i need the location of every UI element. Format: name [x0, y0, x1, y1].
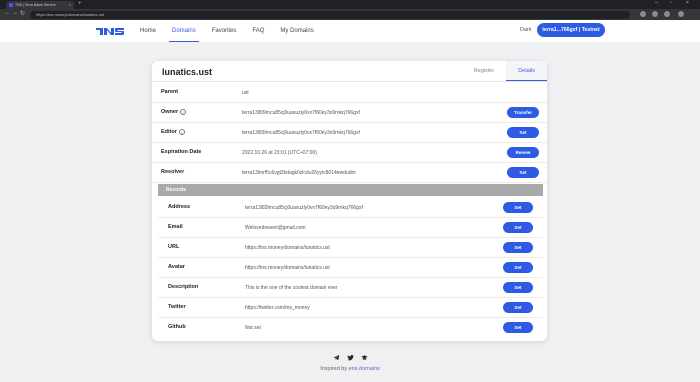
browser-tab[interactable]: TNS | Terra Name Service × [6, 1, 74, 9]
extension-icon[interactable] [652, 11, 658, 17]
record-row-description: Description This is the one of the coole… [158, 278, 543, 298]
record-value: https://tns.money/domains/lunatics.ust [245, 264, 330, 271]
record-value: This is the one of the coolest domain ev… [245, 284, 338, 291]
record-label: Description [168, 284, 199, 290]
set-email-button[interactable]: Set [503, 222, 533, 233]
theme-toggle[interactable]: Dark [520, 27, 532, 33]
close-window-icon[interactable]: × [686, 0, 689, 6]
parent-row: Parent ust [152, 83, 547, 103]
graduation-cap-icon[interactable] [361, 354, 368, 363]
reload-icon[interactable]: ↻ [20, 10, 25, 17]
extension-icon[interactable] [640, 11, 646, 17]
close-icon[interactable]: × [69, 2, 71, 7]
tns-logo[interactable] [95, 25, 125, 37]
extension-icon[interactable] [664, 11, 670, 17]
card-tabs: Register Details [462, 61, 547, 81]
record-row-url: URL https://tns.money/domains/lunatics.u… [158, 238, 543, 258]
record-label: Avatar [168, 264, 185, 270]
minimize-icon[interactable]: – [655, 0, 658, 6]
set-twitter-button[interactable]: Set [503, 302, 533, 313]
editor-row: Editor i terra13l83lrncu85cj0uaxuzly0vx7f… [152, 123, 547, 143]
info-icon[interactable]: i [178, 129, 185, 135]
expiration-label: Expiration Date [161, 149, 202, 155]
records-header: Records [158, 184, 543, 196]
editor-value: terra13l83lrncu85cj0uaxuzly0vx7f60ey3s9r… [242, 129, 360, 136]
nav-my-domains[interactable]: My Domains [280, 20, 313, 42]
resolver-label: Resolver [161, 169, 185, 175]
nav-favorites[interactable]: Favorites [212, 20, 237, 42]
ens-link[interactable]: ens.domains [349, 366, 380, 372]
tab-title: TNS | Terra Name Service [15, 3, 56, 7]
record-value: https://tns.money/domains/lunatics.ust [245, 244, 330, 251]
set-address-button[interactable]: Set [503, 202, 533, 213]
owner-row: Owner i terra13l83lrncu85cj0uaxuzly0vx7f6… [152, 103, 547, 123]
new-tab-icon[interactable]: + [78, 1, 82, 7]
records-title: Records [166, 187, 187, 193]
editor-label: Editor i [161, 129, 185, 135]
record-value: terra13l83lrncu85cj0uaxuzly0vx7f60ey3s9r… [245, 204, 363, 211]
record-label: Email [168, 224, 183, 230]
set-resolver-button[interactable]: Set [507, 167, 539, 178]
record-label: URL [168, 244, 180, 250]
expiration-row: Expiration Date 2022.10.26 at 23:01 (UTC… [152, 143, 547, 163]
twitter-icon[interactable] [347, 354, 354, 363]
resolver-row: Resolver terra13lmrf5c6vgt2kdagk0zlcdu26… [152, 163, 547, 183]
record-value: https://twitter.com/tns_money [245, 304, 310, 311]
record-row-github: Github Not set Set [158, 318, 543, 338]
back-icon[interactable]: ← [4, 10, 10, 16]
record-label: Github [168, 324, 186, 330]
set-editor-button[interactable]: Set [507, 127, 539, 138]
tab-details[interactable]: Details [506, 61, 547, 81]
browser-tab-bar: TNS | Terra Name Service × + – ▫ × [0, 0, 700, 9]
set-avatar-button[interactable]: Set [503, 262, 533, 273]
info-icon[interactable]: i [180, 109, 187, 115]
app-header: Home Domains Favorites FAQ My Domains Da… [0, 20, 700, 42]
telegram-icon[interactable] [333, 354, 340, 363]
record-label: Address [168, 204, 191, 210]
record-value: Not set [245, 324, 261, 331]
record-row-avatar: Avatar https://tns.money/domains/lunatic… [158, 258, 543, 278]
divider [152, 81, 547, 82]
set-url-button[interactable]: Set [503, 242, 533, 253]
resolver-value: terra13lmrf5c6vgt2kdagk0zlcdu26yylc8014e… [242, 169, 356, 176]
inspired-prefix: Inspired by [320, 366, 348, 372]
maximize-icon[interactable]: ▫ [670, 0, 672, 6]
parent-label: Parent [161, 89, 179, 95]
record-label: Twitter [168, 304, 186, 310]
record-row-email: Email Welovedoweet@gmail.com Set [158, 218, 543, 238]
favicon-icon [9, 3, 13, 7]
domain-card: lunatics.ust Register Details Parent ust… [152, 61, 547, 341]
set-github-button[interactable]: Set [503, 322, 533, 333]
address-bar-row: ← → ↻ https://tns.money/domains/lunatics… [0, 9, 700, 20]
profile-icon[interactable] [678, 11, 684, 17]
record-value: Welovedoweet@gmail.com [245, 224, 306, 231]
tab-register[interactable]: Register [462, 61, 506, 81]
nav-domains[interactable]: Domains [169, 20, 199, 42]
nav-faq[interactable]: FAQ [252, 20, 264, 42]
inspired-by: Inspired by ens.domains [0, 366, 700, 372]
url-field[interactable]: https://tns.money/domains/lunatics.ust [30, 10, 630, 19]
record-row-twitter: Twitter https://twitter.com/tns_money Se… [158, 298, 543, 318]
domain-title: lunatics.ust [162, 67, 213, 77]
expiration-value: 2022.10.26 at 23:01 (UTC+07:00) [242, 149, 317, 156]
wallet-button[interactable]: terra1...766gxf | Testnet [537, 23, 605, 37]
nav-home[interactable]: Home [140, 20, 156, 42]
renew-button[interactable]: Renew [507, 147, 539, 158]
forward-icon[interactable]: → [12, 10, 18, 16]
owner-value: terra13l83lrncu85cj0uaxuzly0vx7f60ey3s9r… [242, 109, 360, 116]
record-row-address: Address terra13l83lrncu85cj0uaxuzly0vx7f… [158, 198, 543, 218]
main-nav: Home Domains Favorites FAQ My Domains [140, 20, 330, 42]
set-description-button[interactable]: Set [503, 282, 533, 293]
parent-value: ust [242, 89, 249, 96]
transfer-button[interactable]: Transfer [507, 107, 539, 118]
owner-label: Owner i [161, 109, 187, 115]
